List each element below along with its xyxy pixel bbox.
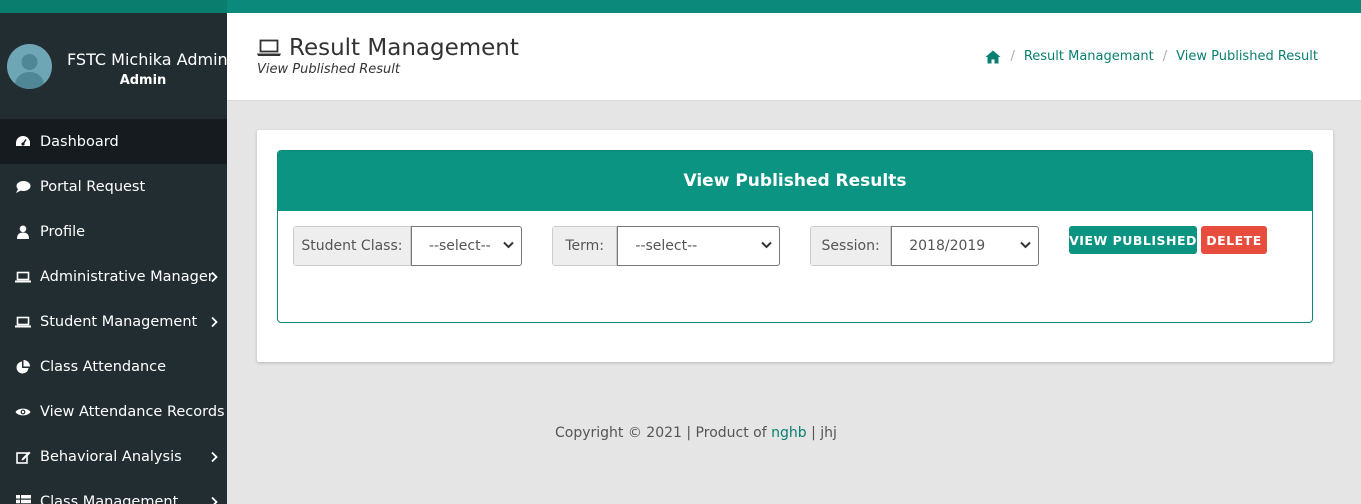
chevron-right-icon bbox=[211, 316, 218, 327]
panel-heading: View Published Results bbox=[278, 151, 1312, 211]
chevron-right-icon bbox=[211, 496, 218, 504]
sidebar-item-label: Class Management bbox=[40, 493, 179, 504]
student-class-value: --select-- bbox=[428, 238, 491, 254]
sidebar-item-student-management[interactable]: Student Management bbox=[0, 299, 227, 344]
session-select[interactable]: 2018/2019 bbox=[891, 226, 1039, 266]
sidebar-item-label: Portal Request bbox=[40, 178, 146, 195]
user-name: FSTC Michika Admin bbox=[67, 50, 227, 69]
sidebar-item-label: Behavioral Analysis bbox=[40, 448, 182, 465]
pie-chart-icon bbox=[15, 359, 31, 375]
footer-suffix: | jhj bbox=[806, 425, 837, 441]
sidebar: FSTC Michika Admin Admin Dashboard Porta… bbox=[0, 0, 227, 504]
term-value: --select-- bbox=[635, 238, 698, 254]
sidebar-item-profile[interactable]: Profile bbox=[0, 209, 227, 254]
sidebar-item-label: Student Management bbox=[40, 313, 198, 330]
top-navbar bbox=[227, 0, 1361, 13]
delete-button[interactable]: DELETE bbox=[1201, 226, 1267, 254]
term-select[interactable]: --select-- bbox=[617, 226, 780, 266]
session-value: 2018/2019 bbox=[909, 238, 986, 254]
session-label: Session: bbox=[811, 227, 892, 265]
footer-link[interactable]: nghb bbox=[771, 425, 807, 441]
sidebar-item-label: Class Attendance bbox=[40, 358, 167, 375]
chevron-down-icon bbox=[1020, 241, 1031, 249]
sidebar-item-class-attendance[interactable]: Class Attendance bbox=[0, 344, 227, 389]
session-group: Session: 2018/2019 bbox=[810, 226, 1039, 266]
footer: Copyright © 2021 | Product of nghb | jhj bbox=[555, 425, 837, 441]
term-label: Term: bbox=[553, 227, 618, 265]
sidebar-item-dashboard[interactable]: Dashboard bbox=[0, 119, 227, 164]
term-group: Term: --select-- bbox=[552, 226, 780, 266]
chevron-right-icon bbox=[211, 451, 218, 462]
home-icon[interactable] bbox=[985, 50, 1001, 64]
sidebar-item-label: View Attendance Records bbox=[40, 403, 225, 420]
laptop-icon bbox=[257, 39, 281, 56]
breadcrumb-result-management[interactable]: Result Managemant bbox=[1024, 49, 1154, 64]
sidebar-item-label: Administrative Manager bbox=[40, 268, 214, 285]
breadcrumb-separator: / bbox=[1162, 49, 1168, 64]
laptop-icon bbox=[15, 314, 31, 330]
student-class-label: Student Class: bbox=[294, 227, 411, 265]
sidebar-item-administrative-manager[interactable]: Administrative Manager bbox=[0, 254, 227, 299]
sidebar-item-label: Profile bbox=[40, 223, 86, 240]
sidebar-item-label: Dashboard bbox=[40, 133, 119, 150]
sidebar-nav: Dashboard Portal Request Profile Adminis… bbox=[0, 119, 227, 504]
dashboard-icon bbox=[15, 134, 31, 150]
breadcrumb-view-published-result[interactable]: View Published Result bbox=[1176, 49, 1318, 64]
sidebar-item-class-management[interactable]: Class Management bbox=[0, 479, 227, 504]
user-role: Admin bbox=[119, 73, 167, 88]
view-published-button[interactable]: VIEW PUBLISHED bbox=[1069, 226, 1197, 254]
sidebar-item-behavioral-analysis[interactable]: Behavioral Analysis bbox=[0, 434, 227, 479]
laptop-icon bbox=[15, 269, 31, 285]
breadcrumb: / Result Managemant / View Published Res… bbox=[985, 49, 1318, 64]
footer-copyright: Copyright © 2021 | Product of bbox=[555, 425, 772, 441]
user-icon bbox=[15, 224, 31, 240]
published-results-panel: View Published Results Student Class: --… bbox=[277, 150, 1313, 323]
page-title: Result Management bbox=[289, 35, 519, 61]
sidebar-item-portal-request[interactable]: Portal Request bbox=[0, 164, 227, 209]
eye-icon bbox=[15, 404, 31, 420]
sidebar-item-view-attendance-records[interactable]: View Attendance Records bbox=[0, 389, 227, 434]
list-icon bbox=[15, 494, 31, 504]
student-class-group: Student Class: --select-- bbox=[293, 226, 522, 266]
comment-icon bbox=[15, 179, 31, 195]
chevron-down-icon bbox=[761, 241, 772, 249]
content-box: View Published Results Student Class: --… bbox=[257, 130, 1333, 362]
edit-icon bbox=[15, 449, 31, 465]
content-header: Result Management View Published Result … bbox=[227, 13, 1361, 101]
sidebar-logo-bar bbox=[0, 0, 227, 13]
breadcrumb-separator: / bbox=[1010, 49, 1015, 64]
user-panel: FSTC Michika Admin Admin bbox=[0, 13, 227, 119]
avatar bbox=[7, 44, 52, 89]
page-subtitle: View Published Result bbox=[257, 62, 400, 77]
chevron-down-icon bbox=[503, 241, 514, 249]
student-class-select[interactable]: --select-- bbox=[410, 226, 522, 266]
chevron-right-icon bbox=[211, 271, 218, 282]
page-title-row: Result Management bbox=[257, 35, 519, 61]
